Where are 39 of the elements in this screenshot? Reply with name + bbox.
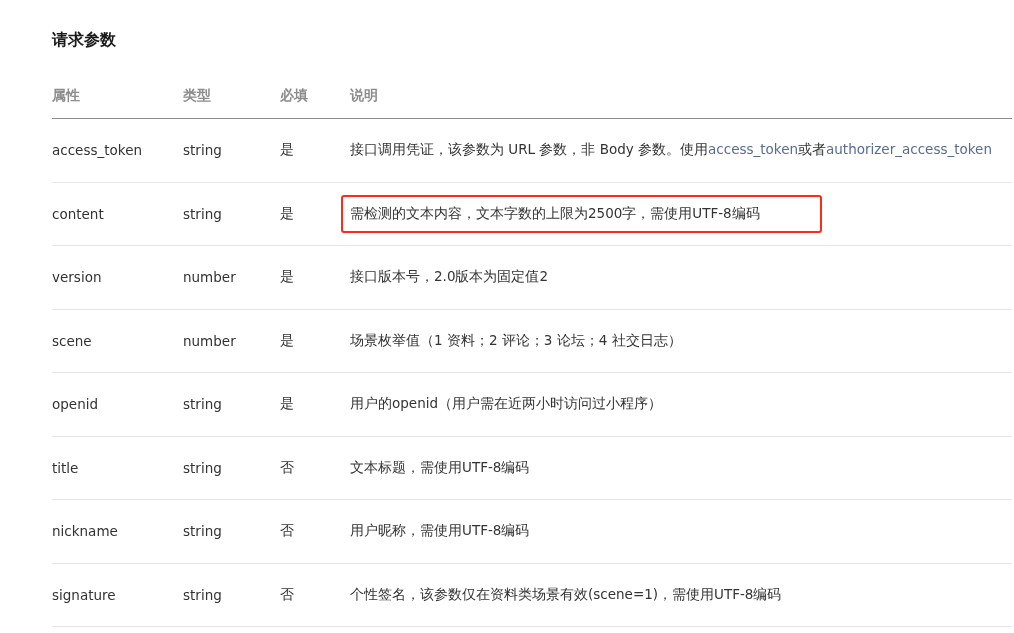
section-title: 请求参数	[52, 30, 117, 51]
param-type: string	[183, 459, 222, 476]
description-text: 文本标题，需使用UTF-8编码	[350, 458, 530, 475]
param-type: number	[183, 269, 236, 286]
required-value: 否	[280, 585, 294, 604]
param-type: string	[183, 142, 222, 159]
param-name: content	[52, 205, 104, 222]
column-header: 类型	[183, 87, 211, 105]
param-name: version	[52, 269, 102, 286]
description-text: 需检测的文本内容，文本字数的上限为2500字，需使用UTF-8编码	[350, 204, 760, 221]
param-name: signature	[52, 586, 116, 603]
required-value: 是	[280, 204, 294, 223]
required-value: 是	[280, 395, 294, 414]
param-name: title	[52, 459, 79, 476]
required-value: 否	[280, 522, 294, 541]
column-header: 属性	[52, 87, 80, 105]
param-name: scene	[52, 332, 92, 349]
required-value: 是	[280, 141, 294, 160]
required-value: 是	[280, 331, 294, 350]
param-name: openid	[52, 396, 98, 413]
param-type: string	[183, 396, 222, 413]
param-type: string	[183, 205, 222, 222]
description-text: 用户的openid（用户需在近两小时访问过小程序）	[350, 395, 662, 412]
required-value: 是	[280, 268, 294, 287]
description-text: 用户昵称，需使用UTF-8编码	[350, 522, 530, 539]
required-value: 否	[280, 458, 294, 477]
description-text: 场景枚举值（1 资料；2 评论；3 论坛；4 社交日志）	[350, 331, 682, 348]
description-text: 接口调用凭证，该参数为 URL 参数，非 Body 参数。使用access_token或者authorizer_access_token	[350, 141, 992, 158]
column-header: 必填	[280, 87, 308, 105]
column-header: 说明	[350, 87, 378, 105]
param-name: nickname	[52, 523, 118, 540]
param-name: access_token	[52, 142, 142, 159]
param-type: string	[183, 523, 222, 540]
param-type: number	[183, 332, 236, 349]
description-text: 接口版本号，2.0版本为固定值2	[350, 268, 549, 285]
doc-link[interactable]: access_token	[708, 141, 799, 158]
param-type: string	[183, 586, 222, 603]
description-text: 个性签名，该参数仅在资料类场景有效(scene=1)，需使用UTF-8编码	[350, 585, 782, 602]
doc-link[interactable]: authorizer_access_token	[826, 141, 992, 158]
